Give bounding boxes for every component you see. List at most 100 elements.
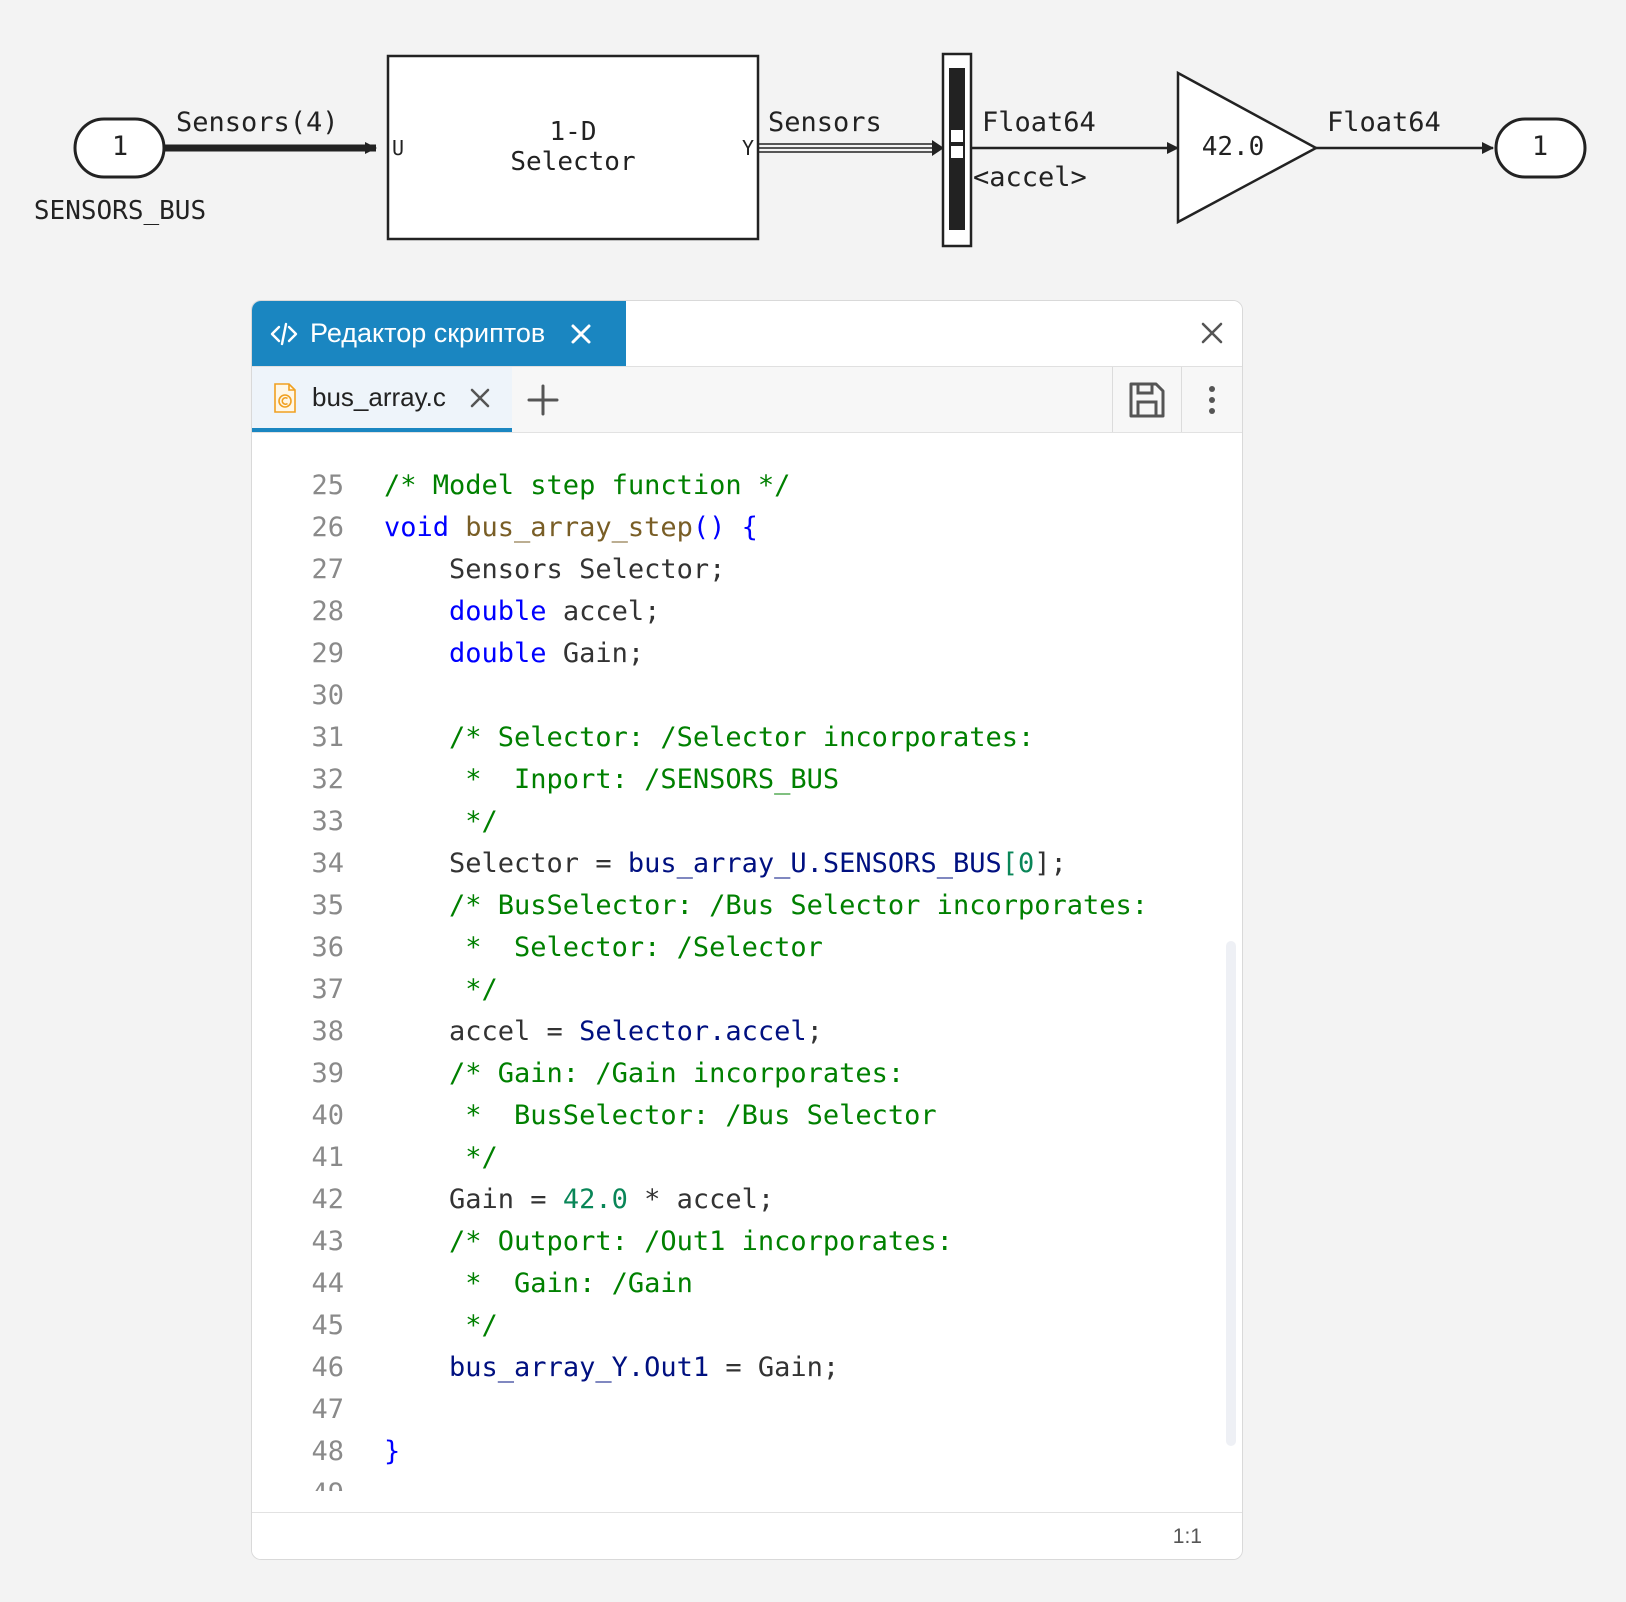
outport-block[interactable]: 1 (1494, 117, 1587, 179)
script-editor-panel: Редактор скриптов bus_array.c 25 /* Mode… (251, 300, 1243, 1560)
code-line: 33 */ (252, 801, 1148, 843)
code-token: Selector.accel (579, 1016, 807, 1047)
code-line: 47 (252, 1389, 1148, 1431)
code-icon (270, 322, 298, 345)
code-token: /* Selector: /Selector incorporates: (384, 722, 1035, 753)
line-number: 40 (311, 1100, 344, 1131)
line-number: 33 (311, 806, 344, 837)
code-line: 28 double accel; (252, 591, 1148, 633)
code-token: * BusSelector: /Bus Selector (384, 1100, 937, 1131)
code-token: ; (806, 1016, 823, 1047)
code-line: 49 (252, 1473, 1148, 1491)
code-token: Gain = (384, 1184, 563, 1215)
line-code: */ (384, 1305, 498, 1347)
code-token: bus_array_step (465, 512, 693, 543)
code-token: * Inport: /SENSORS_BUS (384, 764, 840, 795)
line-code: double Gain; (384, 633, 644, 675)
code-token: Gain; (546, 638, 645, 669)
line-code: * BusSelector: /Bus Selector (384, 1095, 937, 1137)
close-file-icon[interactable] (468, 386, 492, 410)
file-tab-bus-array[interactable]: bus_array.c (252, 367, 512, 432)
selector-title-line1: 1-D (550, 117, 597, 147)
line-code: Gain = 42.0 * accel; (384, 1179, 774, 1221)
code-token: [ (1001, 848, 1018, 879)
outport-number: 1 (1532, 131, 1548, 162)
code-token: double (449, 638, 547, 669)
code-line: 37 */ (252, 969, 1148, 1011)
signal-type-out: Float64 (1327, 107, 1441, 138)
line-number: 29 (311, 638, 344, 669)
code-line: 45 */ (252, 1305, 1148, 1347)
close-tab-icon[interactable] (569, 322, 593, 346)
line-number: 28 (311, 596, 344, 627)
line-code: */ (384, 1137, 498, 1179)
code-lines: 25 /* Model step function */ 26 void bus_ar… (252, 465, 1148, 1491)
editor-title: Редактор скриптов (310, 318, 546, 348)
vertical-scrollbar[interactable] (1226, 941, 1236, 1446)
code-line: 25 /* Model step function */ (252, 465, 1148, 507)
tab-script-editor[interactable]: Редактор скриптов (252, 301, 626, 366)
bus-selector-block[interactable] (941, 52, 973, 248)
line-number: 42 (311, 1184, 344, 1215)
code-line: 34 Selector = bus_array_U.SENSORS_BUS[0]… (252, 843, 1148, 885)
line-number: 37 (311, 974, 344, 1005)
plus-icon[interactable] (527, 384, 559, 416)
editor-statusbar: 1:1 (252, 1512, 1242, 1559)
inport-number: 1 (112, 131, 128, 162)
code-token: /* Gain: /Gain incorporates: (384, 1058, 905, 1089)
code-token: /* BusSelector: /Bus Selector incorporat… (384, 890, 1149, 921)
line-number: 36 (311, 932, 344, 963)
inport-block[interactable]: 1 (73, 117, 166, 179)
more-options-button[interactable] (1182, 367, 1242, 432)
signal-line-sensors[interactable] (758, 140, 944, 156)
code-token: bus_array_Y.Out1 (449, 1352, 710, 1383)
line-code: bus_array_Y.Out1 = Gain; (384, 1347, 839, 1389)
save-icon (1129, 382, 1165, 417)
code-line: 31 /* Selector: /Selector incorporates: (252, 717, 1148, 759)
code-token: */ (384, 974, 498, 1005)
gain-block[interactable]: 42.0 (1176, 70, 1319, 225)
code-line: 39 /* Gain: /Gain incorporates: (252, 1053, 1148, 1095)
line-number: 46 (311, 1352, 344, 1383)
line-code: } (384, 1431, 400, 1473)
code-editor[interactable]: 25 /* Model step function */ 26 void bus_ar… (252, 433, 1242, 1491)
selector-port-out: Y (742, 136, 754, 160)
line-code: */ (384, 969, 498, 1011)
gain-value: 42.0 (1202, 132, 1265, 162)
code-line: 26 void bus_array_step() { (252, 507, 1148, 549)
line-code: * Selector: /Selector (384, 927, 823, 969)
code-token: void (384, 512, 466, 543)
code-line: 42 Gain = 42.0 * accel; (252, 1179, 1148, 1221)
code-token: /* Model step function */ (384, 470, 791, 501)
save-button[interactable] (1112, 367, 1182, 432)
code-line: 35 /* BusSelector: /Bus Selector incorpo… (252, 885, 1148, 927)
line-number: 43 (311, 1226, 344, 1257)
line-number: 38 (311, 1016, 344, 1047)
line-number: 47 (311, 1394, 344, 1425)
code-token: */ (384, 806, 498, 837)
code-token: accel; (546, 596, 661, 627)
code-line: 46 bus_array_Y.Out1 = Gain; (252, 1347, 1148, 1389)
code-token: ]; (1034, 848, 1067, 879)
inport-name: SENSORS_BUS (34, 196, 206, 226)
line-code: /* Model step function */ (384, 465, 790, 507)
line-number: 48 (311, 1436, 344, 1467)
line-number: 44 (311, 1268, 344, 1299)
code-line: 29 double Gain; (252, 633, 1148, 675)
line-code: accel = Selector.accel; (384, 1011, 823, 1053)
selector-block[interactable]: 1-D Selector U Y (386, 54, 760, 241)
code-token: bus_array_U.SENSORS_BUS (627, 848, 1002, 879)
block-diagram: 1 SENSORS_BUS Sensors(4) 1-D Selector U … (0, 0, 1626, 280)
line-number: 25 (311, 470, 344, 501)
c-file-icon (274, 382, 296, 413)
code-line: 41 */ (252, 1137, 1148, 1179)
code-token: Sensors Selector; (384, 554, 726, 585)
signal-label-sensors-array: Sensors(4) (176, 107, 339, 138)
line-number: 32 (311, 764, 344, 795)
line-number: 31 (311, 722, 344, 753)
close-panel-icon[interactable] (1198, 319, 1226, 347)
line-number: 41 (311, 1142, 344, 1173)
